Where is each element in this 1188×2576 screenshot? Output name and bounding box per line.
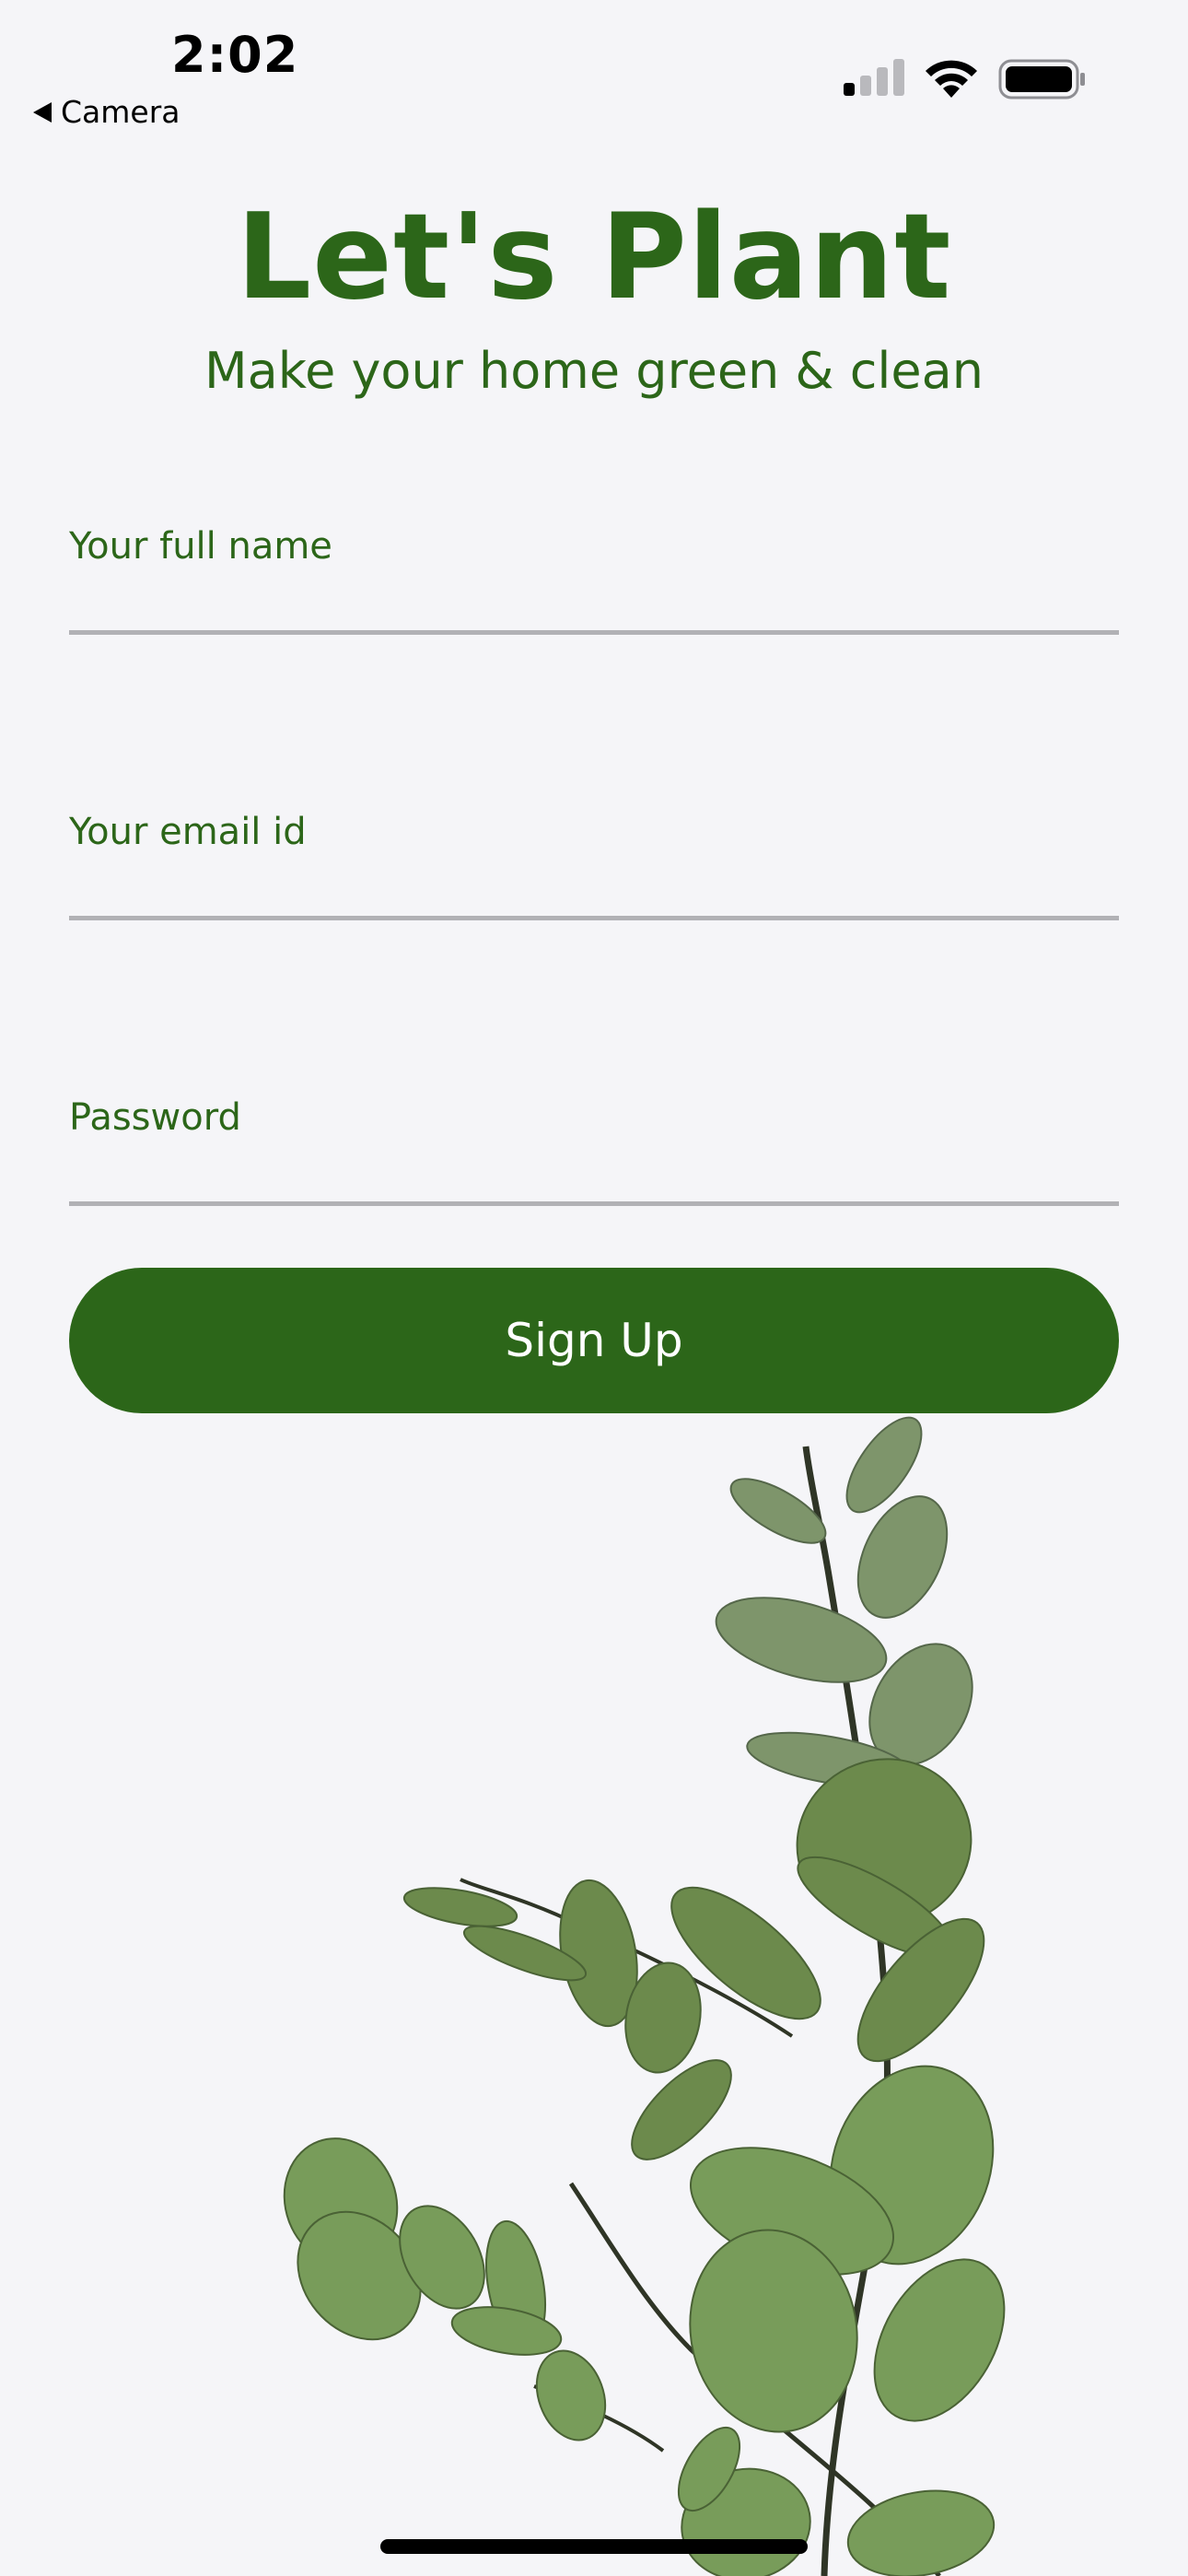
eucalyptus-plant-image [283,1416,1006,2576]
page-title: Let's Plant [236,189,952,326]
back-to-camera-link[interactable]: Camera [33,94,181,130]
home-indicator[interactable] [380,2539,808,2554]
page-subtitle: Make your home green & clean [204,342,984,400]
cellular-signal-icon [844,59,904,96]
back-link-label: Camera [61,94,181,130]
full-name-underline [69,630,1119,635]
status-time: 2:02 [171,26,299,84]
password-input[interactable] [69,1153,1119,1200]
email-underline [69,916,1119,920]
battery-icon [998,59,1085,100]
status-bar: 2:02 Camera [0,0,1188,138]
sign-up-button[interactable]: Sign Up [69,1268,1119,1413]
full-name-input[interactable] [69,582,1119,628]
back-arrow-icon [33,101,52,123]
email-input[interactable] [69,868,1119,914]
email-field[interactable]: Your email id [69,811,1119,921]
email-label: Your email id [69,811,307,853]
full-name-label: Your full name [69,525,332,568]
password-label: Password [69,1096,241,1139]
password-field[interactable]: Password [69,1096,1119,1207]
full-name-field[interactable]: Your full name [69,525,1119,636]
wifi-icon [926,60,977,98]
password-underline [69,1201,1119,1206]
